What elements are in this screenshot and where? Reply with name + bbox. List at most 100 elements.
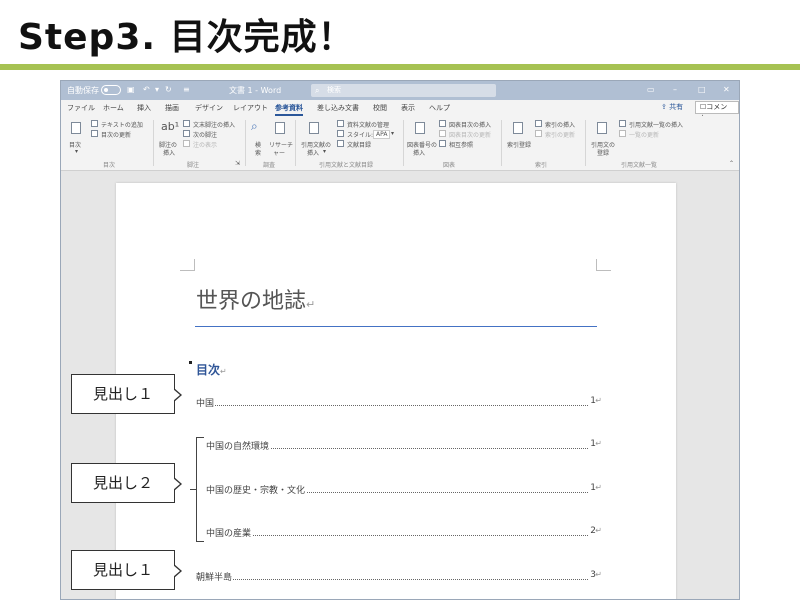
style-dropdown-icon[interactable]: ▾: [391, 130, 394, 137]
toc-entry-text: 中国の自然環境: [206, 439, 271, 452]
footnote-dialog-launcher-icon[interactable]: ⇲: [235, 160, 240, 167]
show-notes-button[interactable]: 注の表示: [193, 140, 217, 149]
toc-entry-text: 中国の産業: [206, 526, 253, 539]
mark-entry-button[interactable]: 索引登録: [507, 140, 531, 149]
ribbon-display-options-icon[interactable]: ▭: [647, 85, 655, 94]
caption-icon: [415, 122, 425, 134]
ribbon-separator: [245, 120, 246, 166]
ribbon: 目次 ▾ テキストの追加 目次の更新 目次 ab¹ 脚注の 挿入 文末脚注の挿入…: [61, 116, 739, 171]
maximize-icon[interactable]: □: [698, 85, 706, 94]
paragraph-mark: ↵: [595, 483, 602, 492]
tab-references[interactable]: 参考資料: [275, 103, 303, 116]
toc-leader-dots: [196, 405, 588, 406]
group-label-footnotes: 脚注: [187, 162, 200, 169]
citation-dropdown-icon[interactable]: ▾: [323, 148, 326, 155]
tab-draw[interactable]: 描画: [165, 103, 179, 113]
autosave-toggle[interactable]: [101, 85, 121, 95]
tab-file[interactable]: ファイル: [67, 103, 95, 113]
tab-view[interactable]: 表示: [401, 103, 415, 113]
share-button[interactable]: ⇪ 共有: [661, 102, 683, 112]
mark-entry-icon: [513, 122, 523, 134]
heading2-bracket-pointer: [190, 489, 196, 490]
tab-help[interactable]: ヘルプ: [429, 103, 450, 113]
comments-button[interactable]: ☐コメント: [695, 101, 739, 122]
update-toc-icon: [91, 130, 98, 137]
slide-title: Step3. 目次完成！: [18, 17, 355, 58]
redo-icon[interactable]: ↻: [165, 85, 172, 94]
update-authorities-icon: [619, 130, 626, 137]
tab-review[interactable]: 校閲: [373, 103, 387, 113]
bibliography-icon: [337, 140, 344, 147]
cross-reference-icon: [439, 140, 446, 147]
researcher-button-line2[interactable]: ャー: [273, 148, 285, 157]
add-text-icon: [91, 120, 98, 127]
title-border-line: [195, 326, 597, 327]
insert-caption-button-line2[interactable]: 挿入: [413, 148, 425, 157]
insert-endnote-button[interactable]: 文末脚注の挿入: [193, 120, 235, 129]
toc-leader-dots: [196, 579, 588, 580]
search-box[interactable]: ⌕ 検索: [311, 84, 496, 97]
paragraph-mark: ↵: [306, 298, 316, 311]
next-footnote-icon: [183, 130, 190, 137]
callout-label: 見出し１: [92, 385, 153, 403]
update-toc-button[interactable]: 目次の更新: [101, 130, 131, 139]
customize-qat-icon[interactable]: ≡: [183, 85, 190, 94]
minimize-icon[interactable]: –: [673, 85, 677, 94]
ribbon-separator: [501, 120, 502, 166]
tab-layout[interactable]: レイアウト: [233, 103, 268, 113]
paragraph-format-mark: [189, 361, 192, 364]
toc-heading[interactable]: 目次↵: [196, 361, 227, 378]
undo-dropdown-icon[interactable]: ▾: [155, 85, 159, 94]
toc-entry[interactable]: 中国の産業 2 ↵: [206, 526, 602, 540]
tab-mailings[interactable]: 差し込み文書: [317, 103, 359, 113]
update-table-icon: [439, 130, 446, 137]
toc-dropdown-icon[interactable]: ▾: [75, 148, 78, 155]
search-icon: ⌕: [315, 86, 320, 95]
insert-citation-button-line2[interactable]: 挿入: [307, 148, 319, 157]
search-magnifier-icon: ⌕: [251, 119, 258, 133]
undo-icon[interactable]: ↶: [143, 85, 150, 94]
callout-heading1-bottom: 見出し１: [71, 550, 182, 590]
close-icon[interactable]: ✕: [723, 85, 730, 94]
insert-index-icon: [535, 120, 542, 127]
callout-label: 見出し１: [92, 561, 153, 579]
toc-entry[interactable]: 中国の歴史・宗教・文化 1 ↵: [206, 483, 602, 497]
next-footnote-button[interactable]: 次の脚注: [193, 130, 217, 139]
group-label-toc: 目次: [103, 162, 116, 169]
update-table-of-authorities-button[interactable]: 一覧の更新: [629, 130, 659, 139]
toc-entry-text: 朝鮮半島: [196, 570, 234, 583]
bibliography-button[interactable]: 文献目録: [347, 140, 371, 149]
toc-entry[interactable]: 中国 1 ↵: [196, 396, 602, 410]
tab-insert[interactable]: 挿入: [137, 103, 151, 113]
collapse-ribbon-icon[interactable]: ⌃: [729, 160, 734, 167]
toc-icon: [71, 122, 81, 134]
style-select[interactable]: APA: [373, 130, 391, 139]
toc-entry[interactable]: 朝鮮半島 3 ↵: [196, 570, 602, 584]
save-icon[interactable]: ▣: [127, 85, 135, 94]
update-table-button[interactable]: 図表目次の更新: [449, 130, 491, 139]
group-label-citations: 引用文献と文献目録: [319, 162, 374, 169]
paragraph-mark: ↵: [595, 396, 602, 405]
update-index-button[interactable]: 索引の更新: [545, 130, 575, 139]
cross-reference-button[interactable]: 相互参照: [449, 140, 473, 149]
toc-entry[interactable]: 中国の自然環境 1 ↵: [206, 439, 602, 453]
add-text-button[interactable]: テキストの追加: [101, 120, 143, 129]
ribbon-separator: [585, 120, 586, 166]
tab-home[interactable]: ホーム: [103, 103, 124, 113]
document-title-text[interactable]: 世界の地誌↵: [196, 283, 315, 315]
insert-index-button[interactable]: 索引の挿入: [545, 120, 575, 129]
insert-table-of-authorities-button[interactable]: 引用文献一覧の挿入: [629, 120, 683, 129]
mark-citation-button-line2[interactable]: 登録: [597, 148, 609, 157]
paragraph-mark: ↵: [595, 570, 602, 579]
paragraph-mark: ↵: [595, 526, 602, 535]
document-title-value: 世界の地誌: [196, 289, 307, 314]
search-button-line2[interactable]: 索: [255, 148, 261, 157]
manage-sources-button[interactable]: 資料文献の管理: [347, 120, 389, 129]
show-notes-icon: [183, 140, 190, 147]
insert-table-of-figures-button[interactable]: 図表目次の挿入: [449, 120, 491, 129]
update-index-icon: [535, 130, 542, 137]
insert-footnote-button-line2[interactable]: 挿入: [163, 148, 175, 157]
ribbon-tabs: ファイル ホーム 挿入 描画 デザイン レイアウト 参考資料 差し込み文書 校閲…: [61, 100, 739, 122]
heading2-bracket: [196, 437, 204, 542]
tab-design[interactable]: デザイン: [195, 103, 223, 113]
